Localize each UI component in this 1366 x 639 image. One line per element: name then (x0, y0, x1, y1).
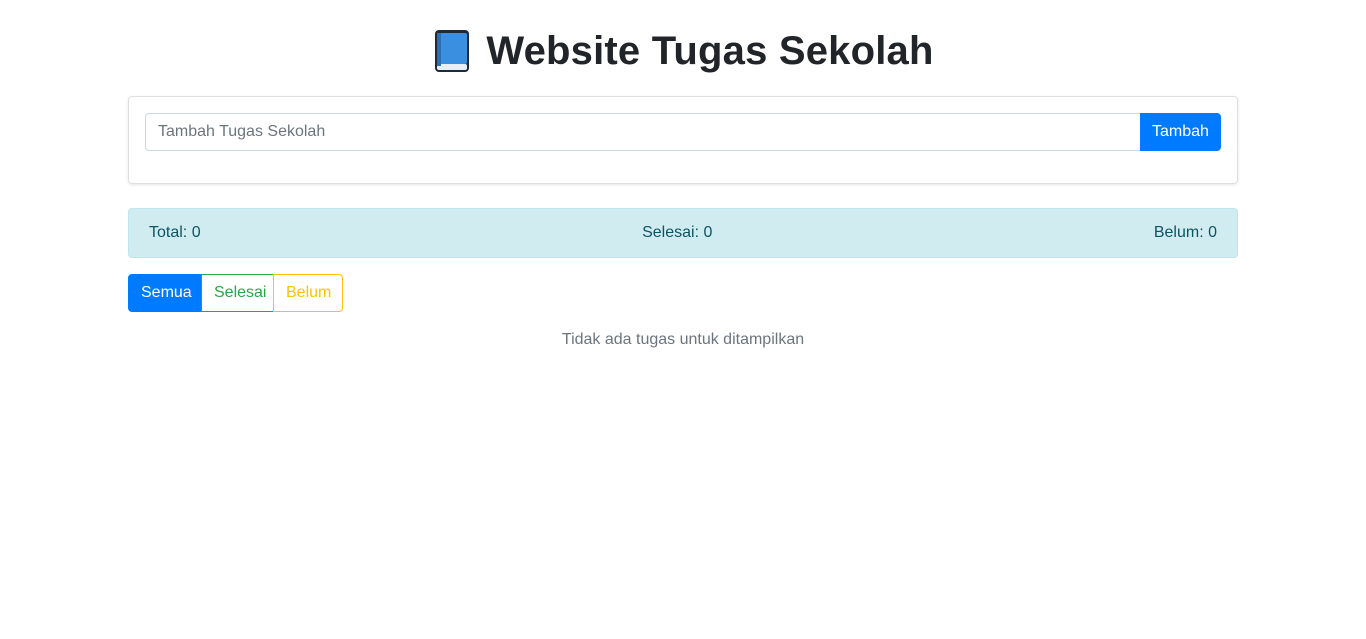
add-task-button[interactable]: Tambah (1140, 113, 1221, 151)
filter-pending-button[interactable]: Belum (273, 274, 343, 312)
header: Website Tugas Sekolah (128, 24, 1238, 78)
stat-total: Total: 0 (149, 224, 201, 241)
task-input[interactable] (145, 113, 1140, 151)
stats-bar: Total: 0 Selesai: 0 Belum: 0 (128, 208, 1238, 258)
blue-book-icon (432, 28, 472, 74)
filter-all-button[interactable]: Semua (128, 274, 202, 312)
stat-pending: Belum: 0 (1153, 224, 1217, 241)
filter-done-button[interactable]: Selesai (201, 274, 274, 312)
filter-group: Semua Selesai Belum (128, 274, 1238, 312)
stat-done: Selesai: 0 (642, 224, 713, 241)
empty-message: Tidak ada tugas untuk ditampilkan (561, 331, 805, 348)
app-container: Website Tugas Sekolah Tambah Total: 0 Se… (128, 0, 1238, 349)
add-task-card: Tambah (128, 96, 1238, 184)
page-title: Website Tugas Sekolah (486, 29, 934, 73)
add-task-form: Tambah (145, 113, 1221, 151)
